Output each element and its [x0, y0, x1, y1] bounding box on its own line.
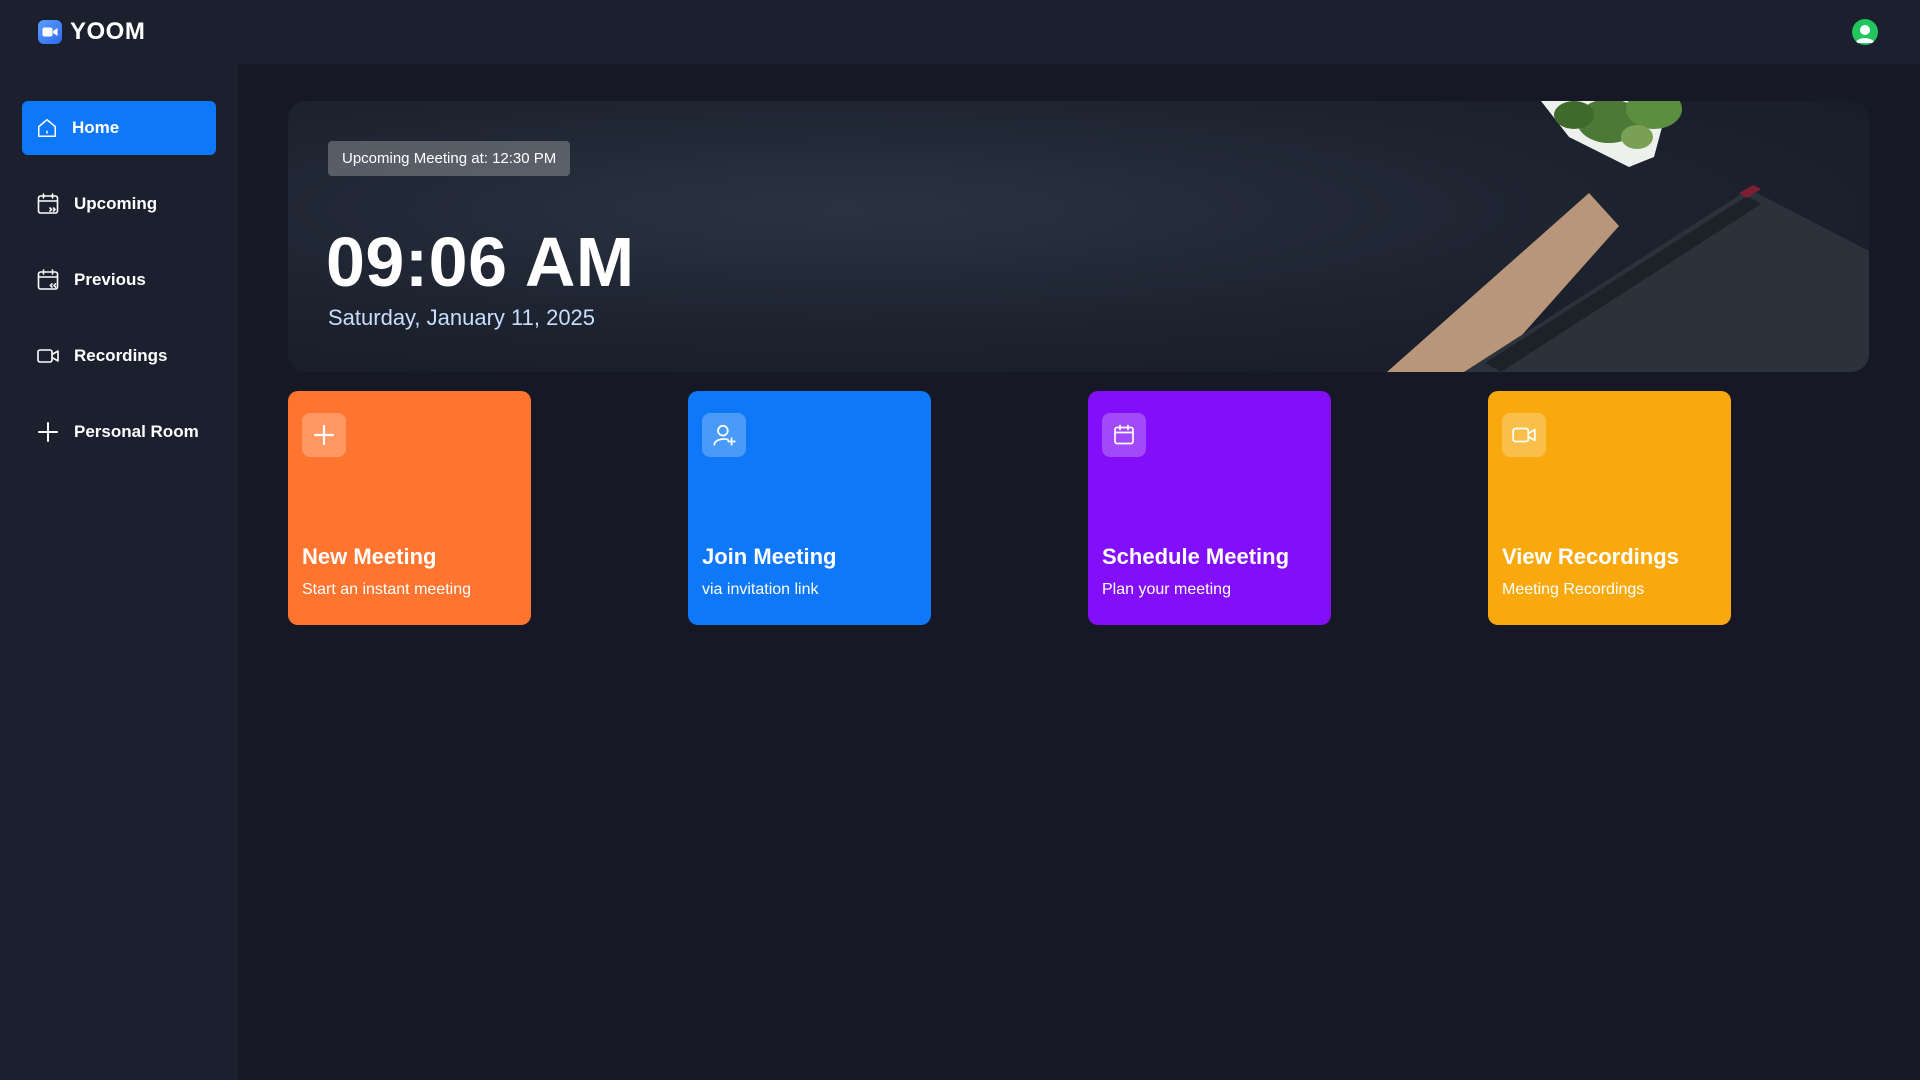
sidebar-item-previous[interactable]: Previous [22, 253, 216, 307]
sidebar-item-label: Home [72, 118, 120, 137]
schedule-meeting-card[interactable]: Schedule Meeting Plan your meeting [1088, 391, 1331, 625]
sidebar: Home Upcoming Previous Recordings Person… [0, 64, 238, 1080]
card-title: Join Meeting [702, 544, 837, 569]
card-title: View Recordings [1502, 544, 1679, 569]
hero-banner: Upcoming Meeting at: 12:30 PM 09:06 AM S… [288, 101, 1869, 372]
sidebar-item-personal-room[interactable]: Personal Room [22, 405, 216, 459]
app-name: YOOM [70, 18, 146, 45]
sidebar-item-label: Recordings [74, 346, 168, 365]
calendar-upcoming-icon [37, 193, 59, 214]
card-title: Schedule Meeting [1102, 544, 1290, 569]
home-icon [38, 119, 56, 137]
main-content: Upcoming Meeting at: 12:30 PM 09:06 AM S… [238, 64, 1920, 1080]
view-recordings-card[interactable]: View Recordings Meeting Recordings [1488, 391, 1731, 625]
card-subtitle: via invitation link [702, 581, 819, 598]
plus-icon [38, 422, 58, 442]
upcoming-meeting-badge: Upcoming Meeting at: 12:30 PM [328, 141, 571, 176]
logo-icon [38, 20, 62, 44]
video-icon [1502, 413, 1546, 457]
sidebar-item-home[interactable]: Home [22, 101, 216, 155]
calendar-previous-icon [37, 269, 59, 290]
card-subtitle: Meeting Recordings [1502, 581, 1645, 598]
desk-illustration [1387, 101, 1869, 372]
add-user-icon [702, 413, 746, 457]
card-subtitle: Plan your meeting [1102, 581, 1231, 598]
video-icon [37, 349, 59, 363]
sidebar-item-label: Previous [74, 270, 146, 289]
card-subtitle: Start an instant meeting [302, 581, 471, 598]
app-logo[interactable]: YOOM [38, 18, 145, 46]
current-time: 09:06 AM [326, 223, 635, 301]
join-meeting-card[interactable]: Join Meeting via invitation link [688, 391, 931, 625]
sidebar-item-label: Upcoming [74, 194, 158, 213]
new-meeting-card[interactable]: New Meeting Start an instant meeting [288, 391, 531, 625]
card-title: New Meeting [302, 544, 437, 569]
plus-icon [302, 413, 346, 457]
sidebar-item-recordings[interactable]: Recordings [22, 329, 216, 383]
sidebar-item-label: Personal Room [74, 422, 199, 441]
calendar-icon [1102, 413, 1146, 457]
current-date: Saturday, January 11, 2025 [328, 305, 596, 330]
user-avatar-icon[interactable] [1852, 19, 1878, 45]
top-navbar: YOOM [0, 0, 1920, 64]
sidebar-item-upcoming[interactable]: Upcoming [22, 177, 216, 231]
